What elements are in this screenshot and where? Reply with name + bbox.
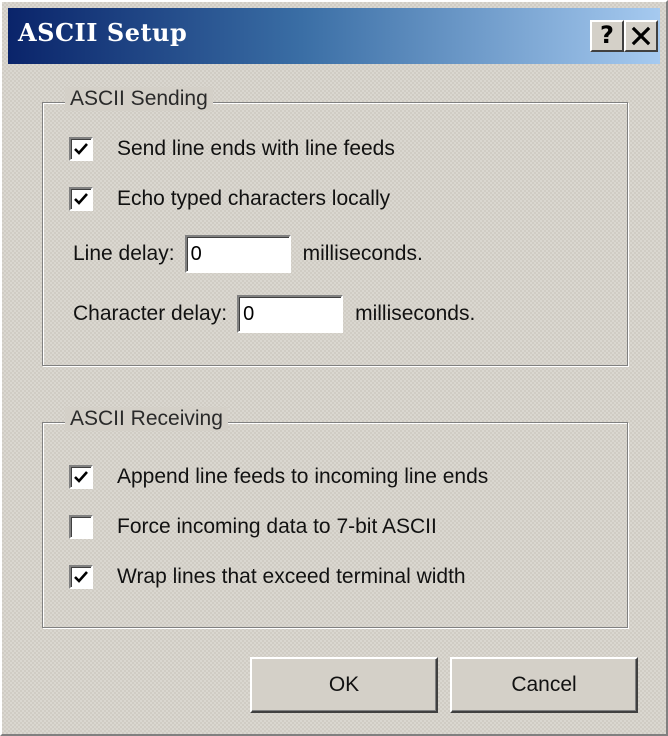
character-delay-label: Character delay:: [73, 302, 228, 325]
character-delay-row: Character delay: milliseconds.: [73, 294, 475, 334]
line-delay-unit: milliseconds.: [302, 242, 423, 265]
force-7bit-checkbox[interactable]: [69, 515, 93, 539]
send-line-ends-option[interactable]: Send line ends with line feeds: [69, 134, 395, 164]
wrap-lines-option[interactable]: Wrap lines that exceed terminal width: [69, 562, 466, 592]
close-icon: [626, 26, 656, 46]
checkmark-icon: [74, 193, 88, 205]
ascii-sending-legend: ASCII Sending: [65, 87, 213, 111]
checkmark-icon: [74, 571, 88, 583]
help-button[interactable]: ?: [590, 20, 624, 52]
question-mark-icon: ?: [600, 21, 614, 49]
send-line-ends-checkbox[interactable]: [69, 137, 93, 161]
line-delay-input[interactable]: [184, 235, 291, 273]
ok-button[interactable]: OK: [250, 657, 438, 713]
ascii-sending-group: ASCII Sending Send line ends with line f…: [42, 87, 628, 366]
append-line-feeds-option[interactable]: Append line feeds to incoming line ends: [69, 462, 488, 492]
character-delay-unit: milliseconds.: [355, 302, 476, 325]
title-bar[interactable]: ASCII Setup ?: [8, 8, 660, 64]
ascii-receiving-group: ASCII Receiving Append line feeds to inc…: [42, 407, 628, 628]
echo-typed-checkbox[interactable]: [69, 187, 93, 211]
line-delay-row: Line delay: milliseconds.: [73, 234, 423, 274]
echo-typed-label: Echo typed characters locally: [117, 187, 391, 210]
append-line-feeds-checkbox[interactable]: [69, 465, 93, 489]
close-button[interactable]: [624, 20, 658, 52]
echo-typed-option[interactable]: Echo typed characters locally: [69, 184, 390, 214]
dialog-title: ASCII Setup: [18, 18, 188, 47]
send-line-ends-label: Send line ends with line feeds: [117, 137, 395, 160]
line-delay-label: Line delay:: [73, 242, 175, 265]
character-delay-input[interactable]: [237, 295, 344, 333]
ascii-setup-dialog: ASCII Setup ? ASCII Sending Send line en…: [0, 0, 668, 736]
ascii-receiving-legend: ASCII Receiving: [65, 407, 228, 431]
cancel-button[interactable]: Cancel: [450, 657, 638, 713]
force-7bit-option[interactable]: Force incoming data to 7-bit ASCII: [69, 512, 437, 542]
append-line-feeds-label: Append line feeds to incoming line ends: [117, 465, 489, 488]
wrap-lines-checkbox[interactable]: [69, 565, 93, 589]
checkmark-icon: [74, 143, 88, 155]
wrap-lines-label: Wrap lines that exceed terminal width: [117, 565, 466, 588]
checkmark-icon: [74, 471, 88, 483]
force-7bit-label: Force incoming data to 7-bit ASCII: [117, 515, 437, 538]
